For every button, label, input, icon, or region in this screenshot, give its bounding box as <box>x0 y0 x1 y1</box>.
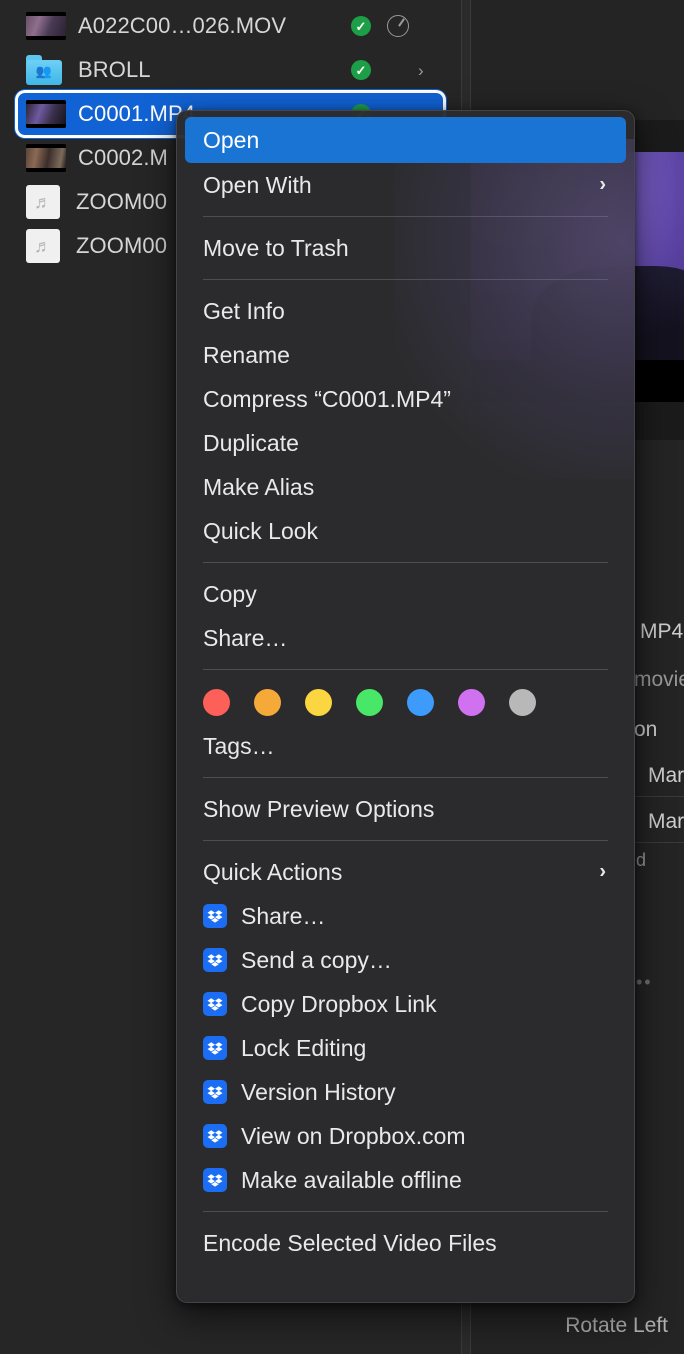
menu-item-show-preview-options[interactable]: Show Preview Options <box>177 787 634 831</box>
menu-item-label: View on Dropbox.com <box>241 1122 466 1149</box>
context-menu: Open Open With › Move to Trash Get Info Renam… <box>176 110 635 1303</box>
menu-separator <box>203 562 608 563</box>
dropbox-icon <box>203 948 227 972</box>
menu-separator <box>203 669 608 670</box>
info-line-1: movie <box>634 668 684 691</box>
tag-color-swatch[interactable] <box>407 689 434 716</box>
menu-separator <box>203 1211 608 1212</box>
dropbox-icon <box>203 992 227 1016</box>
dropbox-icon <box>203 1168 227 1192</box>
menu-item-move-to-trash[interactable]: Move to Trash <box>177 226 634 270</box>
file-name-label: ZOOM00 <box>76 233 168 258</box>
file-name-label: A022C00…026.MOV <box>78 13 287 38</box>
menu-item-quick-look[interactable]: Quick Look <box>177 509 634 553</box>
menu-item-label: Share… <box>203 624 288 651</box>
file-list-item[interactable]: A022C00…026.MOV <box>18 5 443 47</box>
video-thumbnail-icon <box>26 100 66 128</box>
menu-item-label: Rename <box>203 341 290 368</box>
menu-item-label: Tags… <box>203 732 275 759</box>
submenu-chevron-icon: › <box>599 860 606 883</box>
disclosure-chevron-icon[interactable]: › <box>418 61 424 81</box>
rotate-left-button[interactable]: Rotate Left <box>565 1314 668 1338</box>
tag-color-swatch[interactable] <box>458 689 485 716</box>
file-name-label: BROLL <box>78 57 151 82</box>
menu-item-duplicate[interactable]: Duplicate <box>177 421 634 465</box>
menu-item-label: Quick Actions <box>203 858 343 885</box>
tag-color-swatch[interactable] <box>254 689 281 716</box>
menu-item-send-a-copy[interactable]: Send a copy… <box>177 938 634 982</box>
audio-file-icon: ♬ <box>26 229 60 263</box>
finder-window: MP4 movie on Mar Mar d •• Rotate Left A0… <box>0 0 684 1354</box>
sync-complete-icon: ✓ <box>351 60 371 80</box>
menu-item-label: Version History <box>241 1078 396 1105</box>
info-more-dots: •• <box>636 972 653 992</box>
menu-item-label: Make available offline <box>241 1166 462 1193</box>
video-thumbnail-icon <box>26 12 66 40</box>
shared-folder-icon: 👥 <box>26 55 62 85</box>
file-name-label: C0002.M <box>78 145 168 170</box>
menu-item-open[interactable]: Open <box>185 117 626 163</box>
info-line-0: MP4 <box>640 620 684 643</box>
video-thumbnail-icon <box>26 144 66 172</box>
dropbox-icon <box>203 1124 227 1148</box>
tag-color-swatch[interactable] <box>356 689 383 716</box>
menu-item-compress-c0001-mp4[interactable]: Compress “C0001.MP4” <box>177 377 634 421</box>
menu-item-label: Open <box>203 126 260 153</box>
menu-item-label: Make Alias <box>203 473 315 500</box>
menu-item-copy[interactable]: Copy <box>177 572 634 616</box>
menu-item-label: Get Info <box>203 297 285 324</box>
menu-separator <box>203 840 608 841</box>
menu-item-label: Duplicate <box>203 429 299 456</box>
menu-item-label: Move to Trash <box>203 234 349 261</box>
menu-item-label: Encode Selected Video Files <box>203 1229 497 1256</box>
menu-item-quick-actions[interactable]: Quick Actions › <box>177 850 634 894</box>
menu-item-view-on-dropbox-com[interactable]: View on Dropbox.com <box>177 1114 634 1158</box>
menu-item-get-info[interactable]: Get Info <box>177 289 634 333</box>
info-line-4: Mar <box>648 810 684 833</box>
menu-separator <box>203 279 608 280</box>
menu-item-label: Copy Dropbox Link <box>241 990 437 1017</box>
sync-progress-pie-icon <box>387 15 409 37</box>
menu-separator <box>203 777 608 778</box>
menu-item-label: Send a copy… <box>241 946 392 973</box>
info-line-2: on <box>634 718 658 741</box>
dropbox-icon <box>203 1080 227 1104</box>
menu-item-label: Open With <box>203 171 312 198</box>
menu-item-copy-dropbox-link[interactable]: Copy Dropbox Link <box>177 982 634 1026</box>
menu-item-make-alias[interactable]: Make Alias <box>177 465 634 509</box>
menu-item-label: Lock Editing <box>241 1034 367 1061</box>
dropbox-icon <box>203 1036 227 1060</box>
menu-item-label: Show Preview Options <box>203 795 435 822</box>
tag-color-swatch[interactable] <box>203 689 230 716</box>
menu-item-encode-selected-video-files[interactable]: Encode Selected Video Files <box>177 1221 634 1265</box>
menu-item-label: Copy <box>203 580 257 607</box>
menu-item-tags[interactable]: Tags… <box>177 724 634 768</box>
menu-item-label: Compress “C0001.MP4” <box>203 385 451 412</box>
menu-item-make-available-offline[interactable]: Make available offline <box>177 1158 634 1202</box>
tag-color-swatch[interactable] <box>509 689 536 716</box>
menu-item-label: Quick Look <box>203 517 319 544</box>
dropbox-icon <box>203 904 227 928</box>
menu-item-rename[interactable]: Rename <box>177 333 634 377</box>
menu-item-open-with[interactable]: Open With › <box>177 163 634 207</box>
info-line-3: Mar <box>648 764 684 787</box>
menu-item-version-history[interactable]: Version History <box>177 1070 634 1114</box>
menu-item-share[interactable]: Share… <box>177 894 634 938</box>
menu-item-lock-editing[interactable]: Lock Editing <box>177 1026 634 1070</box>
submenu-chevron-icon: › <box>599 173 606 196</box>
menu-separator <box>203 216 608 217</box>
tag-color-row <box>177 679 634 724</box>
menu-item-label: Share… <box>241 902 326 929</box>
menu-item-share[interactable]: Share… <box>177 616 634 660</box>
file-list-item[interactable]: 👥 BROLL <box>18 49 443 91</box>
file-name-label: ZOOM00 <box>76 189 168 214</box>
info-line-5: d <box>636 850 647 870</box>
sync-complete-icon: ✓ <box>351 16 371 36</box>
tag-color-swatch[interactable] <box>305 689 332 716</box>
audio-file-icon: ♬ <box>26 185 60 219</box>
